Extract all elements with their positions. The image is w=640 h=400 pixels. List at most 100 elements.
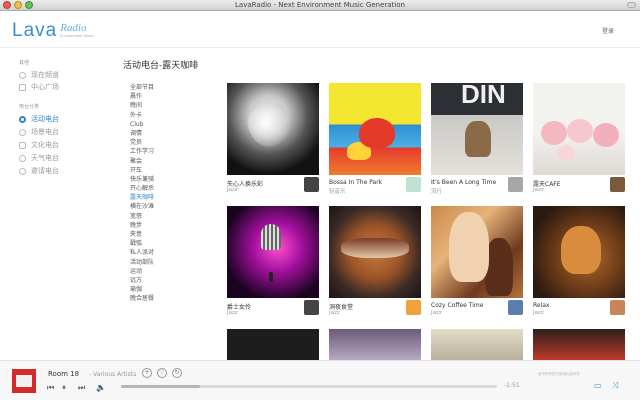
previous-track-button[interactable]: ⏮	[47, 383, 54, 393]
next-track-button[interactable]: ⏭	[78, 383, 85, 393]
curator-avatar[interactable]	[610, 300, 625, 315]
station-card[interactable]	[431, 329, 523, 360]
station-cover[interactable]	[533, 206, 625, 298]
station-genre: Jazz	[227, 310, 238, 316]
album-cover[interactable]	[12, 369, 36, 393]
category-item[interactable]: 运动	[130, 267, 210, 276]
category-item[interactable]: 露天咖啡	[130, 193, 210, 202]
category-item[interactable]: 活动部队	[130, 258, 210, 267]
station-card[interactable]	[329, 329, 421, 360]
page-title: 活动电台-露天咖啡	[123, 61, 199, 71]
category-item[interactable]: 快乐兼骑	[130, 175, 210, 184]
progress-fill	[121, 385, 200, 388]
sidebar-item-scene-radio[interactable]: 场景电台	[19, 127, 59, 137]
station-genre: 流行	[431, 189, 443, 195]
station-name[interactable]: Relax	[533, 302, 550, 309]
category-item[interactable]: 工作学习	[130, 147, 210, 156]
station-cover[interactable]	[329, 329, 421, 360]
curator-avatar[interactable]	[406, 177, 421, 192]
sidebar: 其他 现在频道 中心广场 电台分类 活动电台 场景电台 文化电台 天气电台 邀请…	[0, 48, 115, 360]
station-card[interactable]: It's Been A Long Time 流行	[431, 83, 523, 195]
station-card[interactable]: Bossa In The Park 轻音乐	[329, 83, 421, 195]
station-name[interactable]: It's Been A Long Time	[431, 179, 496, 186]
sidebar-item-activity-radio[interactable]: 活动电台	[19, 114, 59, 124]
square-icon	[19, 83, 26, 91]
station-card[interactable]	[227, 329, 319, 360]
category-item[interactable]: 宽怒	[130, 212, 210, 221]
station-genre: 轻音乐	[329, 189, 346, 195]
station-cover[interactable]	[227, 329, 319, 360]
sidebar-item-center-square[interactable]: 中心广场	[19, 82, 59, 92]
category-item[interactable]: Club	[130, 120, 210, 129]
sidebar-item-culture-radio[interactable]: 文化电台	[19, 140, 59, 150]
station-cover[interactable]	[329, 83, 421, 175]
station-card[interactable]	[533, 329, 625, 360]
sidebar-item-label: 文化电台	[31, 141, 59, 149]
heart-icon[interactable]: ♡	[157, 368, 167, 378]
time-remaining: -1:51	[504, 382, 520, 389]
station-cover[interactable]	[431, 329, 523, 360]
category-item[interactable]: 晚步	[130, 221, 210, 230]
category-item[interactable]: 开心解杀	[130, 184, 210, 193]
curator-avatar[interactable]	[508, 177, 523, 192]
window-title: LavaRadio - Next Environment Music Gener…	[235, 1, 405, 9]
circle-icon	[19, 71, 26, 79]
category-item[interactable]: 调情	[130, 129, 210, 138]
station-cover[interactable]	[431, 206, 523, 298]
share-icon[interactable]: ↻	[172, 368, 182, 378]
circle-icon	[19, 154, 26, 162]
sidebar-item-invite-radio[interactable]: 邀请电台	[19, 166, 59, 176]
station-card[interactable]: Cozy Coffee Time Jazz	[431, 206, 523, 316]
toolbar-toggle-button[interactable]	[627, 2, 636, 8]
category-item[interactable]: 晚间	[130, 101, 210, 110]
sidebar-item-weather-radio[interactable]: 天气电台	[19, 153, 59, 163]
station-card[interactable]: 露天CAFE Jazz	[533, 83, 625, 193]
curator-avatar[interactable]	[304, 300, 319, 315]
category-item[interactable]: 晚合居餐	[130, 294, 210, 303]
track-artist: - Various Artists	[89, 371, 137, 378]
station-card[interactable]: 失心人换乐彩 Jazz	[227, 83, 319, 193]
category-item[interactable]: 党员	[130, 138, 210, 147]
station-cover[interactable]	[329, 206, 421, 298]
station-genre: Jazz	[431, 310, 442, 316]
category-item[interactable]: 开车	[130, 166, 210, 175]
category-item[interactable]: 聚会	[130, 157, 210, 166]
category-item[interactable]: 夹意	[130, 230, 210, 239]
category-item[interactable]: 外卡	[130, 111, 210, 120]
logo-main: Lava	[12, 20, 58, 41]
login-link[interactable]: 登录	[602, 26, 614, 35]
category-item[interactable]: 晨作	[130, 92, 210, 101]
station-name[interactable]: Bossa In The Park	[329, 179, 382, 186]
category-item[interactable]: 私人派对	[130, 248, 210, 257]
station-name[interactable]: Cozy Coffee Time	[431, 302, 483, 309]
logo-sub: Radio	[60, 22, 87, 34]
logo-tagline: Environment Music	[60, 34, 94, 38]
volume-icon[interactable]: 🔈	[96, 383, 106, 393]
station-cover[interactable]	[227, 83, 319, 175]
add-icon[interactable]: +	[142, 368, 152, 378]
station-cover[interactable]	[227, 206, 319, 298]
curator-avatar[interactable]	[304, 177, 319, 192]
curator-avatar[interactable]	[508, 300, 523, 315]
pause-button[interactable]: ⏸	[62, 383, 66, 393]
playlist-icon[interactable]: ▭	[594, 382, 604, 390]
station-cover[interactable]	[533, 329, 625, 360]
category-item[interactable]: 戳弧	[130, 239, 210, 248]
station-cover[interactable]	[533, 83, 625, 175]
radio-icon	[19, 115, 26, 123]
station-cover[interactable]	[431, 83, 523, 175]
sidebar-item-now-channel[interactable]: 现在频道	[19, 70, 59, 80]
category-item[interactable]: 瑜伽	[130, 285, 210, 294]
station-card[interactable]: 爵士女伶 Jazz	[227, 206, 319, 316]
sidebar-item-label: 天气电台	[31, 154, 59, 162]
category-item[interactable]: 全部节目	[130, 83, 210, 92]
curator-avatar[interactable]	[610, 177, 625, 192]
station-card[interactable]: 洞夜食堂 Jazz	[329, 206, 421, 316]
sidebar-group-other: 其他	[19, 60, 30, 66]
shuffle-icon[interactable]: ⤨	[612, 382, 622, 390]
category-item[interactable]: 横在沙滩	[130, 202, 210, 211]
lavaradio-logo[interactable]: Lava Radio Environment Music	[12, 21, 94, 40]
station-card[interactable]: Relax Jazz	[533, 206, 625, 316]
curator-avatar[interactable]	[406, 300, 421, 315]
category-item[interactable]: 远方	[130, 276, 210, 285]
